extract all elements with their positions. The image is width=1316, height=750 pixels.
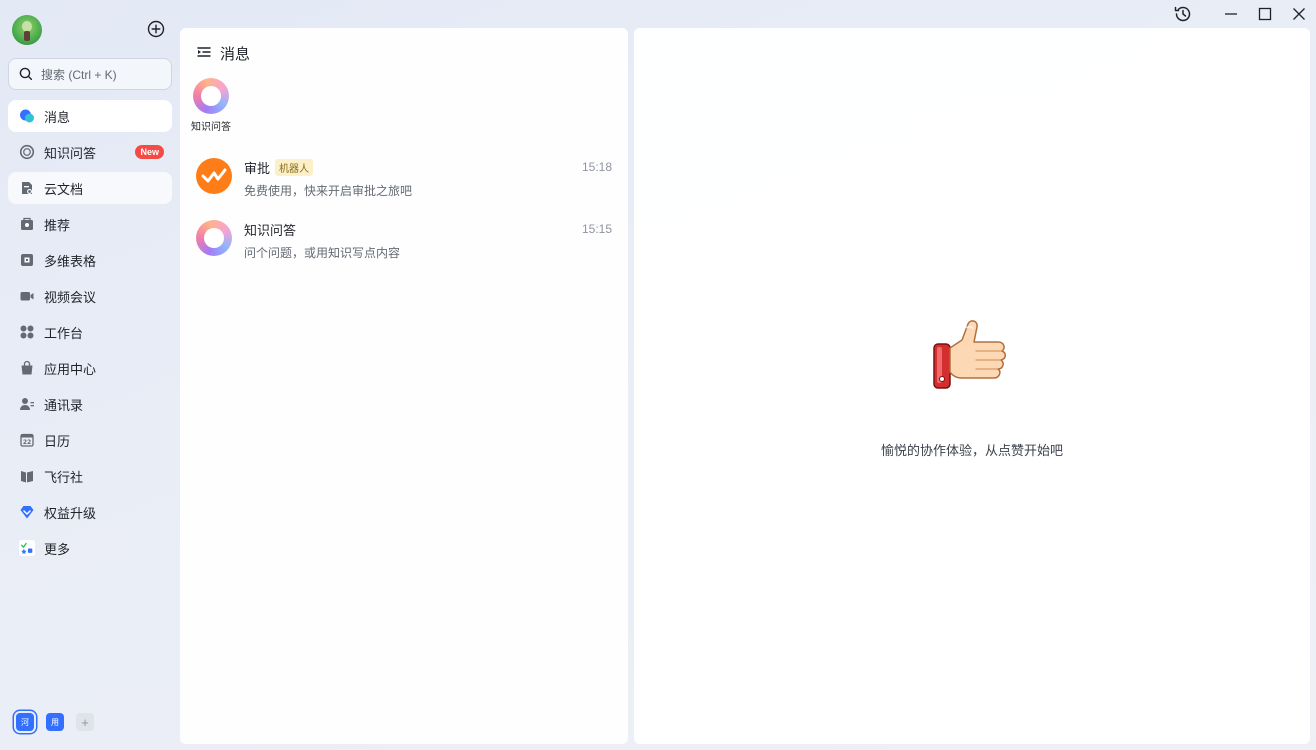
minimize-button[interactable] — [1214, 0, 1248, 28]
create-button[interactable] — [146, 19, 166, 39]
new-badge: New — [135, 145, 164, 159]
sidebar-item-label: 日历 — [44, 433, 71, 449]
thumbs-up-icon — [933, 320, 1006, 389]
community-icon — [19, 468, 35, 484]
chat-item-approval[interactable]: 审批 机器人 15:18 免费使用，快来开启审批之旅吧 — [180, 148, 628, 206]
recommend-icon — [19, 216, 35, 232]
pinned-knowledge-qa[interactable]: 知识问答 — [190, 78, 232, 133]
sidebar-item-label: 知识问答 — [44, 145, 97, 161]
maximize-icon — [1258, 7, 1272, 21]
chat-item-knowledge-qa[interactable]: 知识问答 15:15 问个问题，或用知识写点内容 — [180, 210, 628, 268]
sidebar-item-label: 更多 — [44, 541, 71, 557]
message-list-panel: 消息 知识问答 审批 机器人 15:18 免费使用，快来开启审批之旅吧 知识问答… — [180, 28, 628, 744]
chat-name-row: 知识问答 — [244, 220, 296, 239]
chat-name: 审批 — [244, 161, 271, 176]
approval-check-icon — [201, 168, 227, 183]
calendar-icon: 22 — [19, 432, 35, 448]
empty-state-text: 愉悦的协作体验，从点赞开始吧 — [880, 443, 1063, 458]
chat-time: 15:15 — [581, 222, 612, 236]
knowledge-qa-icon — [19, 144, 35, 160]
sidebar-item-knowledge-qa[interactable]: 知识问答 New — [8, 136, 172, 168]
chat-name-row: 审批 机器人 — [244, 158, 314, 177]
approval-avatar — [196, 158, 232, 194]
user-avatar[interactable] — [12, 15, 42, 45]
sidebar-item-upgrade[interactable]: 权益升级 — [8, 496, 172, 528]
sidebar-item-messages[interactable]: 消息 — [8, 100, 172, 132]
close-button[interactable] — [1282, 0, 1316, 28]
sidebar-item-base[interactable]: 多维表格 — [8, 244, 172, 276]
bot-tag: 机器人 — [275, 159, 314, 176]
calendar-icon-day: 22 — [23, 439, 31, 446]
sidebar-item-app-center[interactable]: 应用中心 — [8, 352, 172, 384]
add-workspace-button[interactable]: + — [76, 713, 94, 731]
sidebar-item-community[interactable]: 飞行社 — [8, 460, 172, 492]
maximize-button[interactable] — [1248, 0, 1282, 28]
chat-preview: 免费使用，快来开启审批之旅吧 — [244, 184, 413, 198]
thumbs-up-illustration — [932, 318, 1012, 398]
sidebar-item-label: 多维表格 — [44, 253, 97, 269]
app-window: 搜索 (Ctrl + K) 消息 知识问答 New 云文档 推荐 多维表格 视频… — [0, 0, 1316, 750]
pinned-label: 知识问答 — [191, 122, 231, 133]
sidebar-item-more[interactable]: 更多 — [8, 532, 172, 564]
sidebar-item-label: 云文档 — [44, 181, 84, 197]
panel-header: 消息 — [196, 43, 250, 64]
sidebar-item-video-meeting[interactable]: 视频会议 — [8, 280, 172, 312]
sidebar-item-label: 工作台 — [44, 325, 84, 341]
sidebar-item-calendar[interactable]: 22 日历 — [8, 424, 172, 456]
conversation-panel: 愉悦的协作体验，从点赞开始吧 — [634, 28, 1310, 744]
sidebar-item-label: 通讯录 — [44, 397, 84, 413]
more-apps-icon — [19, 540, 35, 556]
sidebar: 搜索 (Ctrl + K) 消息 知识问答 New 云文档 推荐 多维表格 视频… — [0, 0, 180, 750]
chat-preview: 问个问题，或用知识写点内容 — [244, 246, 401, 260]
chat-name: 知识问答 — [244, 223, 297, 238]
knowledge-qa-avatar — [196, 220, 232, 256]
workspace-1[interactable]: 河 — [16, 713, 34, 731]
sidebar-item-label: 推荐 — [44, 217, 71, 233]
search-box[interactable]: 搜索 (Ctrl + K) — [8, 58, 172, 90]
knowledge-qa-ring-icon — [196, 220, 232, 256]
sidebar-item-workplace[interactable]: 工作台 — [8, 316, 172, 348]
plus-circle-icon — [147, 20, 165, 38]
history-clock-icon — [1174, 6, 1191, 22]
sidebar-item-label: 应用中心 — [44, 361, 97, 377]
minimize-icon — [1225, 13, 1237, 15]
chat-bubble-icon — [19, 108, 35, 124]
search-placeholder: 搜索 (Ctrl + K) — [41, 67, 117, 82]
knowledge-qa-ring-icon — [193, 78, 229, 114]
workplace-icon — [19, 324, 35, 340]
panel-title: 消息 — [220, 46, 251, 63]
sidebar-item-cloud-docs[interactable]: 云文档 — [8, 172, 172, 204]
sidebar-item-contacts[interactable]: 通讯录 — [8, 388, 172, 420]
contacts-icon — [19, 396, 35, 412]
sidebar-item-label: 飞行社 — [44, 469, 84, 485]
search-icon — [19, 67, 33, 81]
chat-time: 15:18 — [581, 160, 612, 174]
close-icon — [1293, 8, 1305, 20]
video-meeting-icon — [19, 288, 35, 304]
sidebar-item-label: 权益升级 — [44, 505, 97, 521]
sidebar-item-recommend[interactable]: 推荐 — [8, 208, 172, 240]
title-bar-controls — [1166, 0, 1316, 28]
sidebar-item-label: 视频会议 — [44, 289, 97, 305]
upgrade-diamond-icon — [19, 504, 35, 520]
workspace-2[interactable]: 用 — [46, 713, 64, 731]
sidebar-item-label: 消息 — [44, 109, 71, 125]
history-button[interactable] — [1166, 0, 1200, 28]
base-table-icon — [19, 252, 35, 268]
sidebar-nav: 消息 知识问答 New 云文档 推荐 多维表格 视频会议 工作台 应用中心 通讯… — [8, 100, 172, 568]
app-center-icon — [19, 360, 35, 376]
workspace-switcher: 河 用 + — [16, 713, 94, 731]
cloud-doc-icon — [19, 180, 35, 196]
collapse-menu-icon[interactable] — [196, 44, 212, 63]
